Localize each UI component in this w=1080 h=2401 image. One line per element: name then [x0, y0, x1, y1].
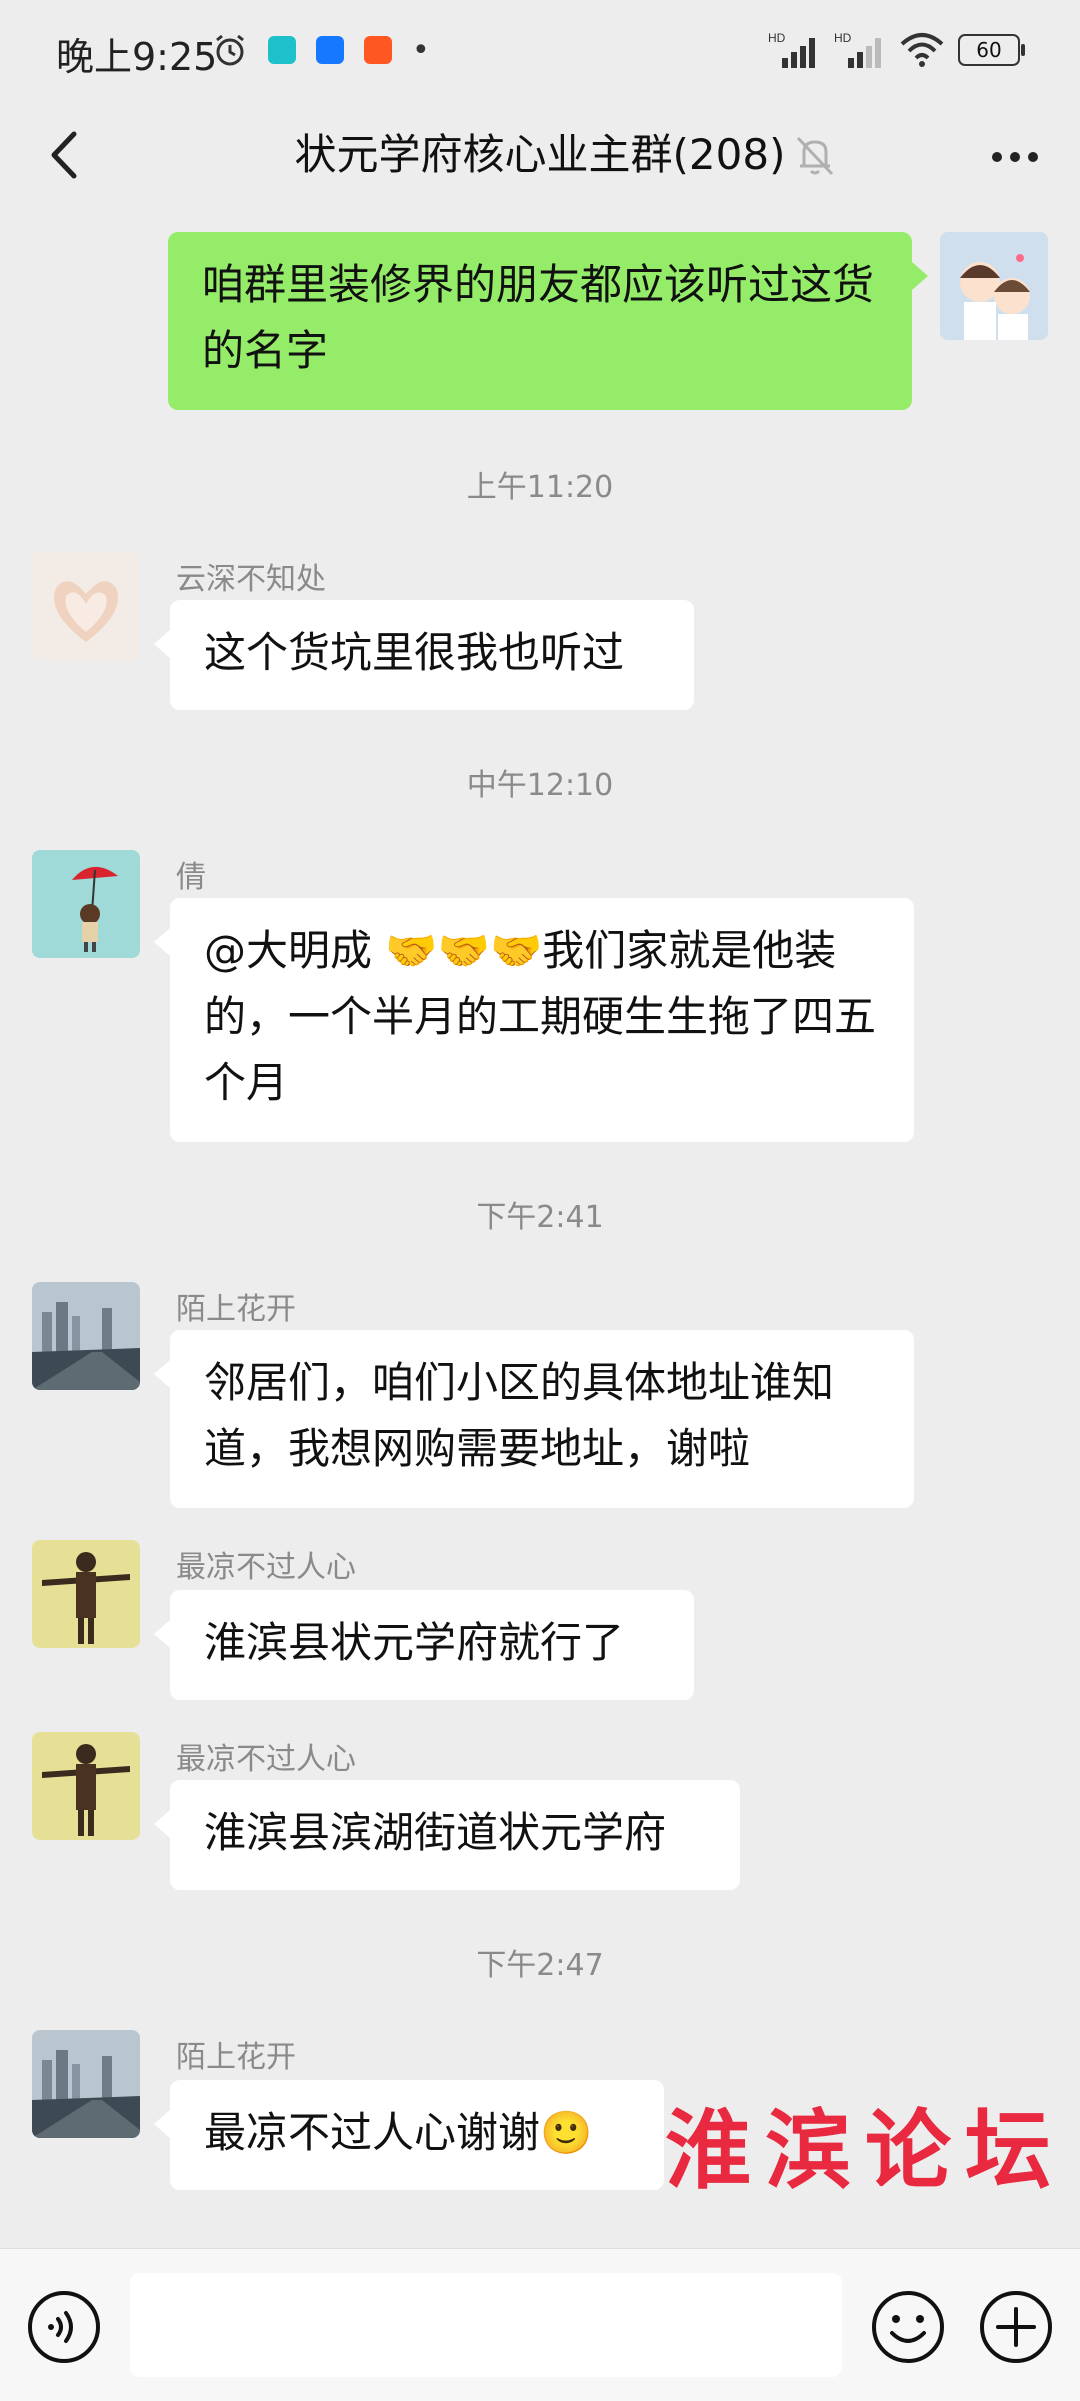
- voice-input-icon[interactable]: [26, 2289, 102, 2365]
- more-notifications-icon: •: [412, 32, 430, 68]
- signal-icon: HD: [768, 31, 815, 68]
- alipay-icon: [316, 36, 344, 64]
- message-bubble[interactable]: 最凉不过人心谢谢🙂: [154, 2080, 664, 2190]
- status-right: HD HD 60: [768, 30, 1025, 70]
- city-river-avatar-icon: [32, 1282, 140, 1390]
- figure-avatar-icon: [32, 1732, 140, 1840]
- message-bubble-self[interactable]: 咱群里装修界的朋友都应该听过这货的名字: [168, 232, 928, 410]
- timestamp: 下午2:47: [476, 1948, 604, 1983]
- more-options-icon[interactable]: [980, 122, 1050, 192]
- message-bubble[interactable]: 邻居们，咱们小区的具体地址谁知道，我想网购需要地址，谢啦: [154, 1330, 914, 1508]
- signal-icon-2: HD: [834, 31, 881, 68]
- signal-label: HD: [768, 31, 786, 45]
- chat-header: 状元学府核心业主群(208): [0, 100, 1080, 210]
- timestamp: 下午2:41: [476, 1200, 604, 1235]
- status-bar: 晚上9:25 • HD HD 60: [0, 0, 1080, 100]
- alarm-icon: [216, 34, 244, 66]
- avatar-user[interactable]: [32, 1540, 140, 1648]
- message-bubble[interactable]: 这个货坑里很我也听过: [154, 600, 694, 710]
- avatar-user[interactable]: [32, 552, 140, 660]
- message-bubble[interactable]: 淮滨县滨湖街道状元学府: [154, 1780, 740, 1890]
- forum-watermark: 淮滨论坛: [665, 2100, 1065, 2201]
- avatar-self[interactable]: [940, 232, 1048, 340]
- signal-label-2: HD: [834, 31, 852, 45]
- figure-avatar-icon: [32, 1540, 140, 1648]
- status-time: 晚上9:25: [56, 35, 218, 79]
- avatar-user[interactable]: [32, 2030, 140, 2138]
- battery-indicator: 60: [958, 34, 1025, 66]
- sender-name: 陌上花开: [176, 2040, 296, 2075]
- chat-title: 状元学府核心业主群(208): [294, 130, 786, 179]
- sender-name: 倩: [176, 860, 206, 895]
- chat-input-bar: [0, 2248, 1080, 2401]
- cartoon-couple-avatar-icon: [940, 232, 1048, 340]
- message-bubble[interactable]: 淮滨县状元学府就行了: [154, 1590, 694, 1700]
- status-notification-icons: •: [212, 30, 430, 70]
- city-river-avatar-icon: [32, 2030, 140, 2138]
- emoji-icon[interactable]: [870, 2289, 946, 2365]
- message-input[interactable]: [130, 2273, 842, 2377]
- avatar-user[interactable]: [32, 850, 140, 958]
- muted-bell-icon: [796, 136, 834, 176]
- umbrella-girl-avatar-icon: [32, 850, 140, 958]
- avatar-user[interactable]: [32, 1282, 140, 1390]
- avatar-user[interactable]: [32, 1732, 140, 1840]
- sender-name: 最凉不过人心: [176, 1742, 356, 1777]
- sender-name: 最凉不过人心: [176, 1550, 356, 1585]
- app-notification-icon: [268, 36, 296, 64]
- sender-name: 云深不知处: [176, 562, 326, 597]
- heart-hands-avatar-icon: [32, 552, 140, 660]
- timestamp: 中午12:10: [466, 768, 614, 803]
- plus-icon[interactable]: [978, 2289, 1054, 2365]
- taobao-icon: [364, 36, 392, 64]
- message-bubble[interactable]: @大明成 🤝🤝🤝我们家就是他装的，一个半月的工期硬生生拖了四五个月: [154, 898, 914, 1142]
- timestamp: 上午11:20: [466, 470, 614, 505]
- sender-name: 陌上花开: [176, 1292, 296, 1327]
- wifi-icon: [900, 33, 944, 67]
